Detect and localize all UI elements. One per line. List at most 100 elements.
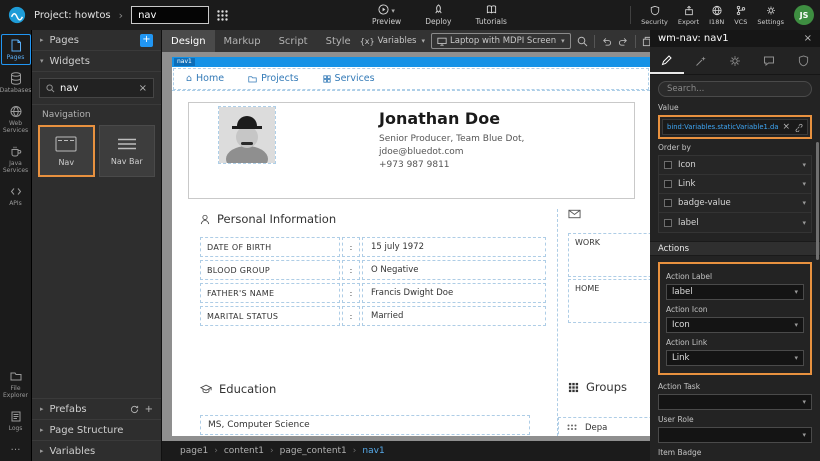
nav-link-projects[interactable]: Projects [248, 73, 298, 84]
tab-properties[interactable] [650, 47, 684, 74]
rail-item-databases[interactable]: Databases [1, 67, 31, 98]
sidebar-section-variables[interactable]: ▸ Variables [32, 440, 161, 461]
personal-info-section[interactable]: Personal Information DATE OF BIRTH : 15 … [200, 209, 546, 329]
refresh-icon[interactable] [130, 405, 139, 414]
breadcrumb-item-page1[interactable]: page1 [180, 446, 208, 456]
nav-link-services[interactable]: Services [323, 73, 375, 84]
deploy-menu[interactable]: Deploy [425, 4, 451, 26]
rail-item-logs[interactable]: Logs [1, 405, 31, 436]
device-dropdown[interactable]: Laptop with MDPI Screen ▾ [431, 33, 571, 49]
design-canvas[interactable]: nav1 ⌂ Home Projects [162, 52, 650, 441]
export-menu[interactable]: Export [678, 5, 699, 26]
widget-card-nav[interactable]: Nav [38, 125, 95, 177]
profile-email[interactable]: jdoe@bluedot.com [379, 146, 524, 159]
i18n-menu[interactable]: I18N [709, 5, 724, 26]
table-row[interactable]: FATHER'S NAME : Francis Dwight Doe [200, 283, 546, 303]
tab-script[interactable]: Script [270, 30, 317, 52]
table-row[interactable]: BLOOD GROUP : O Negative [200, 260, 546, 280]
property-search-input[interactable] [667, 84, 803, 94]
tab-markup[interactable]: Markup [215, 30, 270, 52]
undo-icon[interactable] [601, 36, 612, 47]
caret-down-icon[interactable]: ▾ [802, 199, 806, 207]
caret-down-icon[interactable]: ▾ [802, 219, 806, 227]
value-binding-field[interactable]: bind:Variables.staticVariable1.dataSet × [662, 119, 808, 135]
profile-phone[interactable]: +973 987 9811 [379, 159, 524, 172]
action-icon-select[interactable]: Icon ▾ [666, 317, 804, 333]
selected-nav-widget[interactable]: nav1 [172, 57, 650, 67]
sidebar-section-page-structure[interactable]: ▸ Page Structure [32, 419, 161, 440]
caret-down-icon[interactable]: ▾ [802, 161, 806, 169]
user-role-select[interactable]: ▾ [658, 427, 812, 443]
order-by-row-icon[interactable]: Icon ▾ [659, 156, 811, 175]
close-icon[interactable]: × [804, 33, 812, 44]
order-by-row-badge-value[interactable]: badge-value ▾ [659, 194, 811, 213]
order-by-row-label[interactable]: label ▾ [659, 213, 811, 232]
checkbox[interactable] [664, 219, 672, 227]
profile-name[interactable]: Jonathan Doe [379, 109, 524, 128]
education-item[interactable]: MS, Computer Science [200, 415, 530, 435]
education-section[interactable]: Education MS, Computer Science [200, 379, 546, 435]
table-row[interactable]: DATE OF BIRTH : 15 july 1972 [200, 237, 546, 257]
checkbox[interactable] [664, 161, 672, 169]
rail-item-file-explorer[interactable]: File Explorer [1, 365, 31, 403]
more-options-icon[interactable]: … [11, 438, 21, 457]
sidebar-section-widgets[interactable]: ▾ Widgets [32, 51, 161, 72]
action-link-select[interactable]: Link ▾ [666, 350, 804, 366]
breadcrumb-item-page-content1[interactable]: page_content1 [280, 446, 347, 456]
groups-grid-icon [568, 382, 579, 393]
add-prefab-icon[interactable]: + [145, 404, 153, 415]
nav-widget[interactable]: ⌂ Home Projects Services [172, 67, 650, 91]
page-selector-input[interactable] [131, 6, 209, 24]
redo-icon[interactable] [618, 36, 629, 47]
widget-card-nav-bar[interactable]: Nav Bar [99, 125, 155, 177]
widget-search-input[interactable] [60, 83, 134, 94]
address-cell-work[interactable]: WORK [568, 233, 650, 277]
vcs-menu[interactable]: VCS [734, 5, 747, 26]
tab-events[interactable] [718, 47, 752, 74]
rail-item-apis[interactable]: APIs [1, 180, 31, 211]
tab-design[interactable]: Design [162, 30, 215, 52]
page-preview[interactable]: nav1 ⌂ Home Projects [172, 57, 650, 436]
tab-security[interactable] [786, 47, 820, 74]
personal-info-table[interactable]: DATE OF BIRTH : 15 july 1972 BLOOD GROUP… [200, 237, 546, 326]
checkbox[interactable] [664, 180, 672, 188]
clear-binding-icon[interactable]: × [782, 122, 790, 132]
preview-menu[interactable]: ▾ Preview [372, 4, 401, 26]
profile-title[interactable]: Senior Producer, Team Blue Dot, [379, 133, 524, 146]
rail-item-web-services[interactable]: Web Services [1, 100, 31, 138]
caret-down-icon[interactable]: ▾ [802, 180, 806, 188]
breadcrumb-item-nav1[interactable]: nav1 [362, 446, 384, 456]
groups-section-heading[interactable]: Groups [558, 380, 627, 394]
groups-item[interactable]: Depa [558, 417, 650, 436]
monitor-icon [437, 37, 447, 46]
tab-comments[interactable] [752, 47, 786, 74]
tutorials-menu[interactable]: Tutorials [475, 4, 506, 26]
apps-grid-icon[interactable] [217, 10, 228, 21]
breadcrumb-item-content1[interactable]: content1 [224, 446, 264, 456]
scrollbar[interactable] [816, 142, 819, 260]
tab-styles[interactable] [684, 47, 718, 74]
order-by-row-link[interactable]: Link ▾ [659, 175, 811, 194]
profile-photo[interactable] [219, 107, 275, 163]
profile-panel-widget[interactable]: Jonathan Doe Senior Producer, Team Blue … [188, 102, 635, 199]
sidebar-section-pages[interactable]: ▸ Pages + [32, 30, 161, 51]
action-task-select[interactable]: ▾ [658, 394, 812, 410]
rail-item-pages[interactable]: Pages [1, 34, 31, 65]
add-page-button[interactable]: + [140, 34, 153, 47]
sidebar-section-prefabs[interactable]: ▸ Prefabs + [32, 398, 161, 419]
bind-link-icon[interactable] [794, 123, 803, 132]
address-cell-home[interactable]: HOME [568, 279, 650, 323]
zoom-icon[interactable] [577, 36, 588, 47]
security-menu[interactable]: Security [641, 5, 668, 26]
rail-item-java-services[interactable]: Java Services [1, 140, 31, 178]
table-row[interactable]: MARITAL STATUS : Married [200, 306, 546, 326]
tab-style[interactable]: Style [317, 30, 360, 52]
address-column[interactable]: WORK HOME Groups Depa [557, 209, 650, 436]
action-label-select[interactable]: label ▾ [666, 284, 804, 300]
checkbox[interactable] [664, 199, 672, 207]
variables-dropdown[interactable]: {x} Variables ▾ [360, 36, 425, 46]
user-avatar[interactable]: JS [794, 5, 814, 25]
nav-link-home[interactable]: ⌂ Home [186, 73, 224, 84]
clear-search-icon[interactable]: × [139, 83, 147, 94]
settings-menu[interactable]: Settings [757, 5, 784, 26]
